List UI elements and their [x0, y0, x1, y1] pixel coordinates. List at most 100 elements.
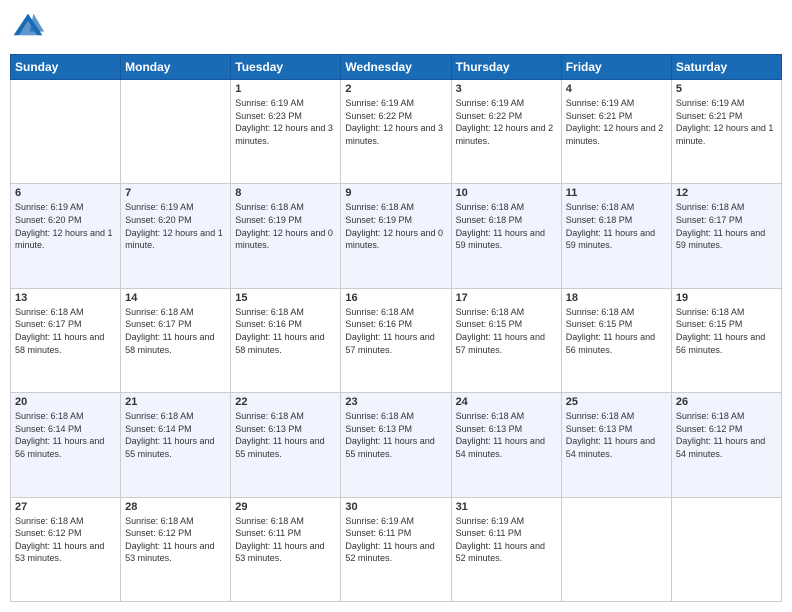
weekday-header-saturday: Saturday	[671, 55, 781, 80]
calendar-cell: 1Sunrise: 6:19 AM Sunset: 6:23 PM Daylig…	[231, 80, 341, 184]
weekday-header-tuesday: Tuesday	[231, 55, 341, 80]
day-info: Sunrise: 6:18 AM Sunset: 6:11 PM Dayligh…	[235, 515, 336, 565]
day-info: Sunrise: 6:18 AM Sunset: 6:13 PM Dayligh…	[235, 410, 336, 460]
calendar-cell: 25 Sunrise: 6:18 AM Sunset: 6:13 PM Dayli…	[561, 393, 671, 497]
day-number: 10	[456, 187, 557, 199]
day-info: Sunrise: 6:18 AM Sunset: 6:13 PM Dayligh…	[345, 410, 446, 460]
calendar-cell: 8 Sunrise: 6:18 AM Sunset: 6:19 PM Daylig…	[231, 184, 341, 288]
day-info: Sunrise: 6:18 AM Sunset: 6:17 PM Dayligh…	[125, 306, 226, 356]
day-number: 12	[676, 187, 777, 199]
day-number: 17	[456, 292, 557, 304]
week-row-3: 20 Sunrise: 6:18 AM Sunset: 6:14 PM Dayli…	[11, 393, 782, 497]
calendar-cell: 9 Sunrise: 6:18 AM Sunset: 6:19 PM Daylig…	[341, 184, 451, 288]
calendar-table: SundayMondayTuesdayWednesdayThursdayFrid…	[10, 54, 782, 602]
week-row-2: 13 Sunrise: 6:18 AM Sunset: 6:17 PM Dayli…	[11, 288, 782, 392]
calendar-cell: 10 Sunrise: 6:18 AM Sunset: 6:18 PM Dayli…	[451, 184, 561, 288]
day-info: Sunrise: 6:19 AM Sunset: 6:11 PM Dayligh…	[456, 515, 557, 565]
day-info: Sunrise: 6:19 AM Sunset: 6:11 PM Dayligh…	[345, 515, 446, 565]
day-info: Sunrise: 6:18 AM Sunset: 6:19 PM Dayligh…	[345, 201, 446, 251]
day-number: 1	[235, 83, 336, 95]
logo	[10, 10, 50, 46]
day-number: 19	[676, 292, 777, 304]
day-number: 7	[125, 187, 226, 199]
day-info: Sunrise: 6:18 AM Sunset: 6:13 PM Dayligh…	[566, 410, 667, 460]
calendar-cell: 18 Sunrise: 6:18 AM Sunset: 6:15 PM Dayli…	[561, 288, 671, 392]
day-number: 2	[345, 83, 446, 95]
day-number: 8	[235, 187, 336, 199]
day-info: Sunrise: 6:19 AM Sunset: 6:22 PM Dayligh…	[456, 97, 557, 147]
header	[10, 10, 782, 46]
day-info: Sunrise: 6:18 AM Sunset: 6:15 PM Dayligh…	[456, 306, 557, 356]
day-info: Sunrise: 6:19 AM Sunset: 6:20 PM Dayligh…	[15, 201, 116, 251]
day-number: 13	[15, 292, 116, 304]
calendar-cell: 3 Sunrise: 6:19 AM Sunset: 6:22 PM Daylig…	[451, 80, 561, 184]
day-info: Sunrise: 6:18 AM Sunset: 6:17 PM Dayligh…	[676, 201, 777, 251]
day-info: Sunrise: 6:18 AM Sunset: 6:14 PM Dayligh…	[15, 410, 116, 460]
calendar-cell	[121, 80, 231, 184]
day-info: Sunrise: 6:19 AM Sunset: 6:20 PM Dayligh…	[125, 201, 226, 251]
calendar-cell	[11, 80, 121, 184]
weekday-header-thursday: Thursday	[451, 55, 561, 80]
week-row-1: 6 Sunrise: 6:19 AM Sunset: 6:20 PM Daylig…	[11, 184, 782, 288]
day-info: Sunrise: 6:18 AM Sunset: 6:13 PM Dayligh…	[456, 410, 557, 460]
day-number: 11	[566, 187, 667, 199]
day-number: 20	[15, 396, 116, 408]
day-number: 9	[345, 187, 446, 199]
logo-icon	[10, 10, 46, 46]
week-row-0: 1Sunrise: 6:19 AM Sunset: 6:23 PM Daylig…	[11, 80, 782, 184]
day-info: Sunrise: 6:18 AM Sunset: 6:16 PM Dayligh…	[235, 306, 336, 356]
day-info: Sunrise: 6:18 AM Sunset: 6:14 PM Dayligh…	[125, 410, 226, 460]
day-number: 14	[125, 292, 226, 304]
day-number: 5	[676, 83, 777, 95]
calendar-cell: 21 Sunrise: 6:18 AM Sunset: 6:14 PM Dayli…	[121, 393, 231, 497]
calendar-cell: 20 Sunrise: 6:18 AM Sunset: 6:14 PM Dayli…	[11, 393, 121, 497]
day-number: 27	[15, 501, 116, 513]
calendar-cell: 7 Sunrise: 6:19 AM Sunset: 6:20 PM Daylig…	[121, 184, 231, 288]
day-number: 4	[566, 83, 667, 95]
page: SundayMondayTuesdayWednesdayThursdayFrid…	[0, 0, 792, 612]
day-number: 3	[456, 83, 557, 95]
day-number: 16	[345, 292, 446, 304]
day-info: Sunrise: 6:18 AM Sunset: 6:19 PM Dayligh…	[235, 201, 336, 251]
day-info: Sunrise: 6:18 AM Sunset: 6:12 PM Dayligh…	[125, 515, 226, 565]
calendar-cell: 6 Sunrise: 6:19 AM Sunset: 6:20 PM Daylig…	[11, 184, 121, 288]
day-number: 25	[566, 396, 667, 408]
day-number: 15	[235, 292, 336, 304]
day-number: 26	[676, 396, 777, 408]
calendar-cell: 16 Sunrise: 6:18 AM Sunset: 6:16 PM Dayli…	[341, 288, 451, 392]
day-info: Sunrise: 6:18 AM Sunset: 6:16 PM Dayligh…	[345, 306, 446, 356]
day-info: Sunrise: 6:18 AM Sunset: 6:15 PM Dayligh…	[566, 306, 667, 356]
day-number: 22	[235, 396, 336, 408]
day-info: Sunrise: 6:19 AM Sunset: 6:21 PM Dayligh…	[566, 97, 667, 147]
calendar-cell: 27 Sunrise: 6:18 AM Sunset: 6:12 PM Dayli…	[11, 497, 121, 601]
calendar-cell: 15 Sunrise: 6:18 AM Sunset: 6:16 PM Dayli…	[231, 288, 341, 392]
calendar-cell: 12 Sunrise: 6:18 AM Sunset: 6:17 PM Dayli…	[671, 184, 781, 288]
calendar-cell: 13Sunrise: 6:18 AM Sunset: 6:17 PM Dayli…	[11, 288, 121, 392]
calendar-cell: 2 Sunrise: 6:19 AM Sunset: 6:22 PM Daylig…	[341, 80, 451, 184]
weekday-header-wednesday: Wednesday	[341, 55, 451, 80]
calendar-cell: 14 Sunrise: 6:18 AM Sunset: 6:17 PM Dayli…	[121, 288, 231, 392]
calendar-cell: 4 Sunrise: 6:19 AM Sunset: 6:21 PM Daylig…	[561, 80, 671, 184]
day-number: 28	[125, 501, 226, 513]
weekday-header-friday: Friday	[561, 55, 671, 80]
day-info: Sunrise: 6:18 AM Sunset: 6:18 PM Dayligh…	[456, 201, 557, 251]
day-number: 6	[15, 187, 116, 199]
day-number: 18	[566, 292, 667, 304]
calendar-cell: 22 Sunrise: 6:18 AM Sunset: 6:13 PM Dayli…	[231, 393, 341, 497]
calendar-cell: 26Sunrise: 6:18 AM Sunset: 6:12 PM Dayli…	[671, 393, 781, 497]
day-info: Sunrise: 6:18 AM Sunset: 6:12 PM Dayligh…	[15, 515, 116, 565]
day-number: 21	[125, 396, 226, 408]
day-info: Sunrise: 6:19 AM Sunset: 6:22 PM Dayligh…	[345, 97, 446, 147]
weekday-header-monday: Monday	[121, 55, 231, 80]
day-number: 30	[345, 501, 446, 513]
day-number: 29	[235, 501, 336, 513]
calendar-cell	[671, 497, 781, 601]
calendar-cell: 24Sunrise: 6:18 AM Sunset: 6:13 PM Dayli…	[451, 393, 561, 497]
calendar-cell: 29 Sunrise: 6:18 AM Sunset: 6:11 PM Dayli…	[231, 497, 341, 601]
calendar-cell	[561, 497, 671, 601]
calendar-cell: 28 Sunrise: 6:18 AM Sunset: 6:12 PM Dayli…	[121, 497, 231, 601]
calendar-cell: 5Sunrise: 6:19 AM Sunset: 6:21 PM Daylig…	[671, 80, 781, 184]
day-info: Sunrise: 6:18 AM Sunset: 6:18 PM Dayligh…	[566, 201, 667, 251]
day-info: Sunrise: 6:18 AM Sunset: 6:15 PM Dayligh…	[676, 306, 777, 356]
weekday-header-row: SundayMondayTuesdayWednesdayThursdayFrid…	[11, 55, 782, 80]
